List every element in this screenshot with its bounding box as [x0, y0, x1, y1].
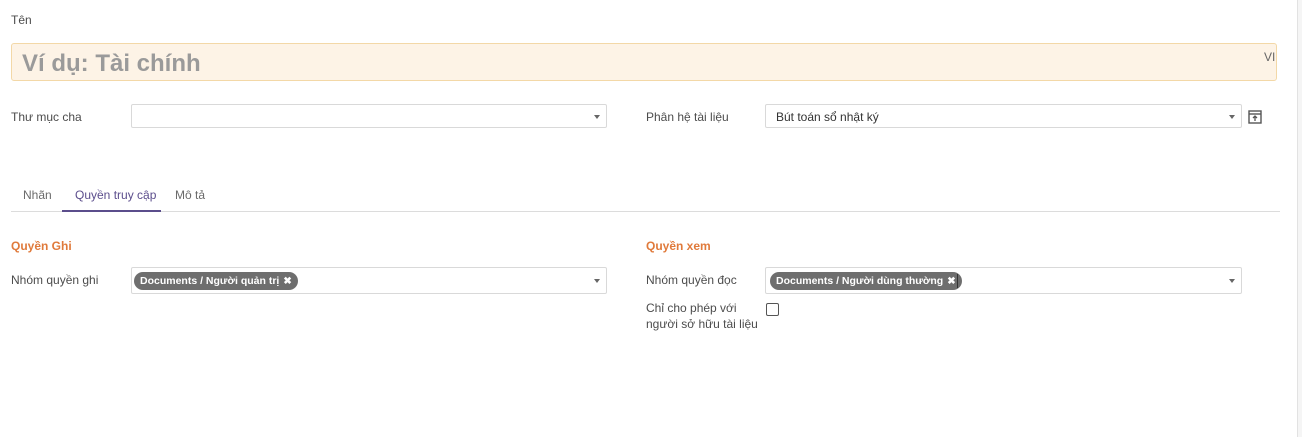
write-group-tag-label: Documents / Người quản trị [140, 275, 280, 287]
chevron-down-icon [1229, 279, 1235, 283]
read-group-select[interactable]: Documents / Người dùng thường ✖ [765, 267, 1242, 294]
read-group-tag[interactable]: Documents / Người dùng thường ✖ [770, 272, 962, 290]
read-section-title: Quyền xem [646, 239, 711, 253]
chevron-down-icon [1229, 115, 1235, 119]
write-group-tag[interactable]: Documents / Người quản trị ✖ [134, 272, 298, 290]
tab-description[interactable]: Mô tả [175, 188, 205, 202]
chevron-down-icon [594, 115, 600, 119]
close-icon[interactable]: ✖ [283, 276, 291, 287]
parent-folder-select[interactable] [131, 104, 607, 128]
name-label: Tên [11, 13, 32, 27]
text-cursor [957, 274, 958, 288]
chevron-down-icon [594, 279, 600, 283]
active-tab-indicator [62, 210, 161, 212]
tab-labels[interactable]: Nhãn [23, 188, 52, 202]
close-icon[interactable]: ✖ [947, 276, 955, 287]
tabs-divider [11, 211, 1280, 212]
document-module-label: Phân hệ tài liệu [646, 110, 729, 124]
owner-only-checkbox[interactable] [766, 303, 779, 316]
name-input[interactable]: Ví dụ: Tài chính [11, 43, 1277, 81]
scrollbar[interactable] [1297, 0, 1302, 437]
owner-only-label: Chỉ cho phép với người sở hữu tài liệu [646, 300, 758, 332]
name-placeholder: Ví dụ: Tài chính [22, 50, 201, 77]
tab-access-rights[interactable]: Quyền truy cập [75, 188, 156, 202]
language-badge[interactable]: VI [1264, 50, 1275, 64]
write-group-select[interactable]: Documents / Người quản trị ✖ [131, 267, 607, 294]
document-module-select[interactable]: Bút toán sổ nhật ký [765, 104, 1242, 128]
write-section-title: Quyền Ghi [11, 239, 72, 253]
owner-only-label-line1: Chỉ cho phép với [646, 301, 737, 315]
document-module-value: Bút toán sổ nhật ký [776, 110, 879, 124]
parent-folder-label: Thư mục cha [11, 110, 82, 124]
write-group-label: Nhóm quyền ghi [11, 273, 99, 287]
read-group-tag-label: Documents / Người dùng thường [776, 275, 944, 287]
external-link-icon[interactable] [1248, 110, 1262, 124]
owner-only-label-line2: người sở hữu tài liệu [646, 317, 758, 331]
read-group-label: Nhóm quyền đọc [646, 273, 737, 287]
